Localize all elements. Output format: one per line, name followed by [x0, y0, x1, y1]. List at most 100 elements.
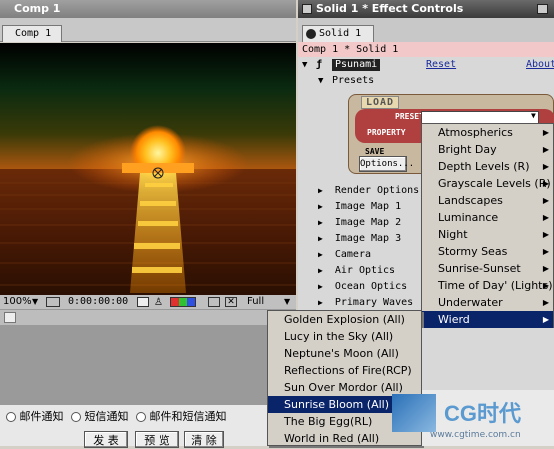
breadcrumb: Comp 1 * Solid 1 [298, 42, 554, 57]
horizontal-scrollbar[interactable] [0, 309, 296, 325]
comp-viewer[interactable] [0, 43, 296, 295]
menu-item-label: Neptune's Moon (All) [284, 347, 399, 360]
cg-logo-icon [392, 394, 436, 432]
menu-item-label: Bright Day [438, 143, 497, 156]
minimize-icon[interactable] [537, 4, 548, 14]
submenu-arrow-icon: ▶ [542, 298, 549, 307]
scroll-thumb[interactable] [4, 312, 16, 323]
submenu-item-reflections-of-fire[interactable]: Reflections of Fire(RCP) [268, 362, 421, 379]
radio-mail[interactable] [6, 412, 16, 422]
menu-item-luminance[interactable]: Luminance ▶ [422, 209, 553, 226]
reset-link[interactable]: Reset [426, 57, 456, 73]
notify-options: 邮件通知 短信通知 邮件和短信通知 [6, 408, 227, 424]
resolution-select[interactable]: Full [247, 295, 264, 309]
comp-title-text: Comp 1 [14, 2, 61, 15]
menu-item-night[interactable]: Night ▶ [422, 226, 553, 243]
menu-item-label: Reflections of Fire(RCP) [284, 364, 412, 377]
clear-button[interactable]: 清 除 [184, 431, 224, 448]
submenu-arrow-icon: ▶ [542, 162, 549, 171]
group-label: Image Map 1 [334, 201, 402, 212]
presets-label: Presets [332, 75, 375, 86]
radio-sms[interactable] [71, 412, 81, 422]
radio-both-label: 邮件和短信通知 [149, 410, 227, 423]
menu-item-label: Sunrise Bloom (All) [284, 398, 389, 411]
effect-controls-title: Solid 1 * Effect Controls [298, 0, 554, 18]
menu-item-label: Underwater [438, 296, 503, 309]
menu-item-underwater[interactable]: Underwater ▶ [422, 294, 553, 311]
tab-solid-1[interactable]: Solid 1 ▫ [302, 25, 374, 53]
submenu-item-lucy-in-the-sky[interactable]: Lucy in the Sky (All) [268, 328, 421, 345]
preset-dropdown-icon[interactable]: ▼ [531, 111, 536, 120]
submenu-arrow-icon: ▶ [542, 128, 549, 137]
resolution-dropdown-icon[interactable]: ▼ [284, 295, 290, 309]
comp-window-title: Comp 1 [0, 0, 296, 18]
submenu-arrow-icon: ▶ [542, 247, 549, 256]
submenu-arrow-icon: ▶ [542, 179, 549, 188]
group-label: Camera [334, 249, 371, 260]
group-label: Render Options [334, 185, 420, 196]
menu-item-label: Night [438, 228, 468, 241]
ec-tab-label: Solid 1 [319, 28, 362, 39]
menu-item-label: Atmospherics [438, 126, 513, 139]
menu-item-label: World in Red (All) [284, 432, 380, 445]
breadcrumb-text: Comp 1 * Solid 1 [302, 44, 399, 55]
sunset-scene [0, 43, 296, 295]
menu-item-label: Sun Over Mordor (All) [284, 381, 403, 394]
menu-item-atmospherics[interactable]: Atmospherics ▶ [422, 124, 553, 141]
group-label: Ocean Optics [334, 281, 408, 292]
fx-icon[interactable]: ƒ [316, 57, 322, 73]
submenu-item-world-in-red[interactable]: World in Red (All) [268, 430, 421, 447]
menu-item-stormy-seas[interactable]: Stormy Seas ▶ [422, 243, 553, 260]
comp-tab-label: Comp 1 [15, 28, 52, 39]
preset-label: PRESET [395, 112, 424, 121]
menu-item-label: Luminance [438, 211, 499, 224]
solid-icon [306, 29, 316, 39]
expand-arrow-icon[interactable]: ▼ [302, 57, 307, 73]
person-icon[interactable]: ♙ [154, 296, 166, 308]
transparency-icon[interactable]: ✕ [225, 297, 237, 307]
radio-mail-label: 邮件通知 [19, 410, 64, 423]
menu-item-depth-levels[interactable]: Depth Levels (R) ▶ [422, 158, 553, 175]
watermark: CG时代 www.cgtime.com.cn [392, 390, 554, 446]
preview-button[interactable]: 预 览 [135, 431, 179, 448]
menu-item-landscapes[interactable]: Landscapes ▶ [422, 192, 553, 209]
tab-comp-1[interactable]: Comp 1 ▫ [2, 25, 62, 53]
menu-item-bright-day[interactable]: Bright Day ▶ [422, 141, 553, 158]
menu-item-label: Wierd [438, 313, 470, 326]
radio-both[interactable] [136, 412, 146, 422]
menu-item-wierd[interactable]: Wierd ▶ [422, 311, 553, 328]
submenu-arrow-icon: ▶ [542, 213, 549, 222]
region-icon[interactable] [208, 297, 220, 307]
submenu-item-neptunes-moon[interactable]: Neptune's Moon (All) [268, 345, 421, 362]
menu-item-label: Lucy in the Sky (All) [284, 330, 394, 343]
menu-item-grayscale-levels[interactable]: Grayscale Levels (R) ▶ [422, 175, 553, 192]
zoom-level[interactable]: 100% [3, 295, 32, 309]
expand-arrow-icon[interactable]: ▼ [318, 73, 323, 89]
options-button[interactable]: Options... [359, 156, 414, 172]
save-label: SAVE [365, 147, 385, 156]
snapshot-icon[interactable] [137, 297, 149, 307]
about-link[interactable]: About [526, 57, 554, 73]
effect-controls-title-text: Solid 1 * Effect Controls [316, 2, 464, 15]
submenu-item-golden-explosion[interactable]: Golden Explosion (All) [268, 311, 421, 328]
menu-item-label: Landscapes [438, 194, 503, 207]
safe-zones-icon[interactable] [46, 297, 60, 307]
effect-row-psunami: ▼ ƒ Psunami Reset About [298, 57, 554, 73]
watermark-url: www.cgtime.com.cn [430, 430, 521, 440]
menu-item-time-of-day[interactable]: Time of Day' (Lights) ▶ [422, 277, 553, 294]
menu-item-label: Stormy Seas [438, 245, 508, 258]
submenu-arrow-icon: ▶ [542, 196, 549, 205]
submenu-arrow-icon: ▶ [542, 264, 549, 273]
presets-row: ▼ Presets [298, 73, 554, 89]
zoom-dropdown-icon[interactable]: ▼ [32, 295, 38, 309]
effect-name[interactable]: Psunami [332, 59, 381, 71]
form-area: 邮件通知 短信通知 邮件和短信通知 发 表 预 览 清 除 [0, 405, 267, 448]
channel-icon[interactable] [170, 297, 196, 307]
publish-button[interactable]: 发 表 [84, 431, 128, 448]
timecode[interactable]: 0:00:00:00 [68, 295, 128, 309]
menu-item-label: Time of Day' (Lights) [438, 279, 553, 292]
comp-toolbar: 100% ▼ 0:00:00:00 ♙ ✕ Full ▼ [0, 295, 296, 309]
menu-item-sunrise-sunset[interactable]: Sunrise-Sunset ▶ [422, 260, 553, 277]
submenu-arrow-icon: ▶ [542, 315, 549, 324]
group-label: Air Optics [334, 265, 396, 276]
